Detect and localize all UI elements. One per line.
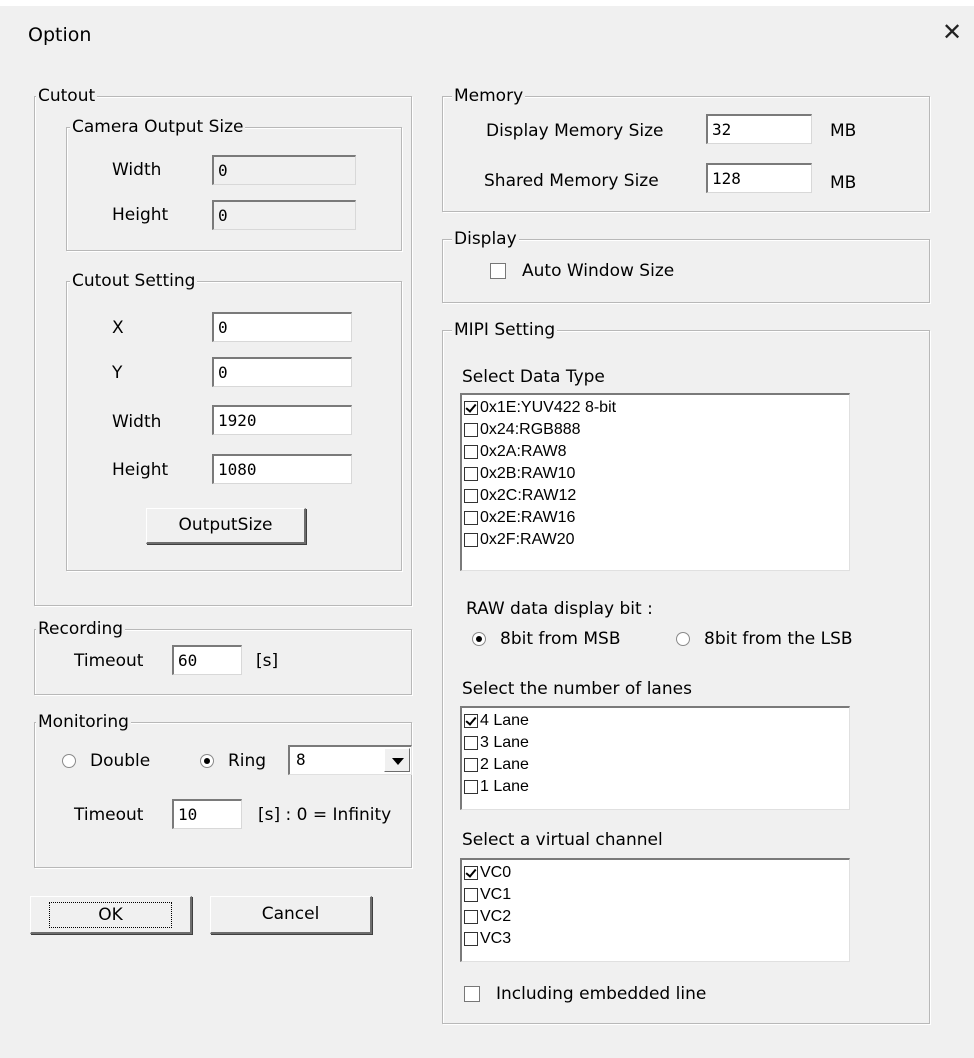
raw-lsb-label: 8bit from the LSB [704, 629, 853, 649]
data-type-checkbox[interactable] [464, 401, 478, 415]
double-radio[interactable] [62, 754, 76, 768]
lane-checkbox[interactable] [464, 780, 478, 794]
display-legend: Display [452, 229, 519, 249]
mipi-legend: MIPI Setting [452, 320, 558, 340]
display-memory-unit: MB [830, 121, 857, 141]
data-type-label-text: 0x2B:RAW10 [480, 465, 576, 482]
cutout-height-input[interactable]: 1080 [212, 454, 352, 484]
lane-label-text: 3 Lane [480, 734, 529, 751]
data-type-label-text: 0x2C:RAW12 [480, 487, 577, 504]
recording-legend: Recording [36, 619, 126, 639]
cutout-y-input[interactable]: 0 [212, 357, 352, 387]
camera-width-field: 0 [212, 155, 356, 185]
lanes-list[interactable]: 4 Lane 3 Lane 2 Lane 1 Lane [460, 706, 850, 810]
shared-memory-label: Shared Memory Size [484, 171, 659, 191]
embedded-line-label: Including embedded line [496, 984, 707, 1004]
display-memory-input[interactable]: 32 [706, 114, 812, 144]
monitoring-group [34, 722, 412, 868]
monitoring-timeout-input[interactable]: 10 [172, 799, 242, 829]
cutout-height-label: Height [112, 460, 169, 480]
vc-label-text: VC2 [480, 908, 512, 925]
lane-checkbox[interactable] [464, 714, 478, 728]
embedded-line-checkbox[interactable] [464, 986, 480, 1002]
cutout-x-input[interactable]: 0 [212, 312, 352, 342]
lane-label-text: 2 Lane [480, 756, 529, 773]
cutout-width-input[interactable]: 1920 [212, 405, 352, 435]
data-type-label-text: 0x2F:RAW20 [480, 531, 575, 548]
cancel-button[interactable]: Cancel [210, 896, 372, 934]
data-type-label-text: 0x2A:RAW8 [480, 443, 567, 460]
data-type-checkbox[interactable] [464, 467, 478, 481]
lane-label-text: 1 Lane [480, 778, 529, 795]
vc-checkbox[interactable] [464, 932, 478, 946]
lane-label-text: 4 Lane [480, 712, 529, 729]
output-size-button[interactable]: OutputSize [146, 508, 306, 544]
vc-label-text: VC1 [480, 886, 512, 903]
data-type-label-text: 0x2E:RAW16 [480, 509, 576, 526]
recording-unit-label: [s] [256, 651, 279, 671]
shared-memory-unit: MB [830, 173, 857, 193]
title-bar-top-strip [0, 0, 974, 6]
data-type-label-text: 0x1E:YUV422 8-bit [480, 399, 617, 416]
double-label: Double [90, 751, 151, 771]
vc-label-text: VC3 [480, 930, 512, 947]
raw-bit-label: RAW data display bit : [466, 599, 653, 619]
cutout-x-label: X [112, 318, 124, 338]
cutout-width-label: Width [112, 412, 162, 432]
recording-timeout-input[interactable]: 60 [172, 645, 242, 675]
data-type-label-text: 0x24:RGB888 [480, 421, 581, 438]
ok-button[interactable]: OK [30, 896, 192, 934]
lane-checkbox[interactable] [464, 758, 478, 772]
close-icon[interactable]: ✕ [936, 14, 968, 50]
raw-msb-radio[interactable] [472, 632, 486, 646]
raw-lsb-radio[interactable] [676, 632, 690, 646]
auto-window-label: Auto Window Size [522, 261, 675, 281]
cutout-setting-legend: Cutout Setting [70, 271, 198, 291]
ring-radio[interactable] [200, 754, 214, 768]
camera-height-label: Height [112, 205, 169, 225]
camera-height-field: 0 [212, 200, 356, 230]
ok-label: OK [49, 902, 172, 928]
memory-group [442, 96, 930, 212]
output-size-label: OutputSize [178, 515, 273, 535]
data-type-checkbox[interactable] [464, 445, 478, 459]
data-type-checkbox[interactable] [464, 511, 478, 525]
ring-count-select[interactable]: 8 [288, 745, 412, 775]
data-type-checkbox[interactable] [464, 533, 478, 547]
monitoring-unit-label: [s] : 0 = Infinity [258, 805, 392, 825]
cutout-legend: Cutout [36, 86, 98, 106]
vc-checkbox[interactable] [464, 866, 478, 880]
raw-msb-label: 8bit from MSB [500, 629, 621, 649]
auto-window-checkbox[interactable] [490, 263, 506, 279]
monitoring-legend: Monitoring [36, 712, 131, 732]
vc-checkbox[interactable] [464, 910, 478, 924]
display-memory-label: Display Memory Size [486, 121, 664, 141]
memory-legend: Memory [452, 86, 526, 106]
data-type-checkbox[interactable] [464, 423, 478, 437]
ring-count-value: 8 [296, 750, 306, 769]
cancel-label: Cancel [261, 904, 320, 924]
camera-width-label: Width [112, 160, 162, 180]
data-type-label: Select Data Type [462, 367, 605, 387]
ring-label: Ring [228, 751, 267, 771]
vc-checkbox[interactable] [464, 888, 478, 902]
vc-label: Select a virtual channel [462, 830, 663, 850]
vc-label-text: VC0 [480, 864, 512, 881]
chevron-down-icon[interactable] [384, 748, 410, 772]
window-title: Option [28, 24, 92, 46]
vc-list[interactable]: VC0 VC1 VC2 VC3 [460, 858, 850, 962]
data-type-list[interactable]: 0x1E:YUV422 8-bit 0x24:RGB888 0x2A:RAW8 … [460, 393, 850, 571]
lane-checkbox[interactable] [464, 736, 478, 750]
monitoring-timeout-label: Timeout [74, 805, 144, 825]
shared-memory-input[interactable]: 128 [706, 163, 812, 193]
data-type-checkbox[interactable] [464, 489, 478, 503]
camera-output-legend: Camera Output Size [70, 117, 246, 137]
cutout-y-label: Y [112, 363, 123, 383]
lanes-label: Select the number of lanes [462, 679, 692, 699]
recording-timeout-label: Timeout [74, 651, 144, 671]
camera-output-group [66, 127, 402, 251]
